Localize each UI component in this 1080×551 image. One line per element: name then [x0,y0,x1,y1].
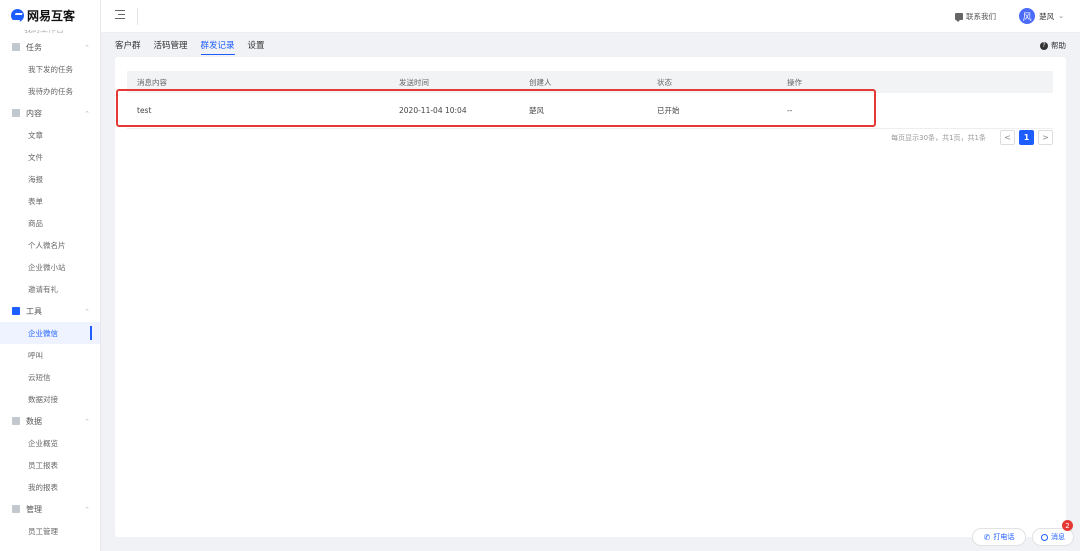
user-menu[interactable]: 风 楚风 ⌄ [1019,8,1064,24]
help-icon: ? [1040,41,1048,50]
tab-customer-groups[interactable]: 客户群 [115,39,141,55]
top-bar: 联系我们 风 楚风 ⌄ [101,0,1080,33]
highlight-box [116,89,876,127]
chat-icon [955,13,963,22]
avatar: 风 [1019,8,1036,24]
sidebar-item[interactable]: 企业微小站 [0,256,100,278]
main-panel: 消息内容 发送时间 创建人 状态 操作 test 2020-11-04 10:0… [115,57,1066,537]
chevron-down-icon: ⌄ [1058,12,1064,20]
logo[interactable]: 网易互客 [0,0,100,30]
menu-toggle-icon[interactable] [115,10,125,19]
sidebar: 网易互客 我的工作台 任务⌃我下发的任务我待办的任务内容⌃文章文件海报表单商品个… [0,0,101,551]
logo-icon [11,8,24,22]
sidebar-item[interactable]: 呼叫 [0,344,100,366]
chevron-up-icon: ⌃ [84,308,90,316]
sidebar-group-2[interactable]: 工具 ⌃ [0,300,100,322]
help-button[interactable]: ? 帮助 [1040,40,1066,51]
phone-icon: ✆ [983,532,991,542]
sidebar-item[interactable]: 云短信 [0,366,100,388]
sidebar-item[interactable]: 我待办的任务 [0,80,100,102]
sidebar-item[interactable]: 数据对接 [0,388,100,410]
sidebar-nav: 任务 ⌃ 我下发的任务 我待办的任务内容 ⌃ 文章 文件 海报 表单 商品 个人微名片 企业微小站 邀请… [0,36,100,542]
next-page-button[interactable]: > [1038,130,1053,145]
chevron-up-icon: ⌃ [84,506,90,514]
contact-us-button[interactable]: 联系我们 [955,11,996,22]
column-header-content: 消息内容 [137,77,167,87]
settings-icon [12,505,20,513]
pagination: 每页显示30条，共1页，共1条 < 1 > [891,130,1053,145]
tab-settings[interactable]: 设置 [248,39,265,55]
chevron-up-icon: ⌃ [84,44,90,52]
message-label: 消息 [1051,533,1065,541]
column-header-time: 发送时间 [399,77,429,87]
call-label: 打电话 [993,533,1015,541]
tab-mass-send-records[interactable]: 群发记录 [200,39,235,55]
column-header-status: 状态 [657,77,672,87]
logo-text: 网易互客 [27,8,76,23]
tabs-bar: 客户群 活码管理 群发记录 设置 ? 帮助 [101,33,1080,57]
column-header-creator: 创建人 [529,77,552,87]
call-button[interactable]: ✆ 打电话 [972,528,1026,546]
sidebar-item[interactable]: 海报 [0,168,100,190]
sidebar-group-1[interactable]: 内容 ⌃ [0,102,100,124]
message-icon [1041,533,1048,541]
tab-live-code[interactable]: 活码管理 [154,39,188,55]
sidebar-group-label: 数据 [26,416,42,426]
divider [137,8,138,25]
sidebar-group-0[interactable]: 任务 ⌃ [0,36,100,58]
sidebar-item[interactable]: 商品 [0,212,100,234]
chevron-up-icon: ⌃ [84,418,90,426]
sidebar-item[interactable]: 员工管理 [0,520,100,542]
sidebar-item[interactable]: 文件 [0,146,100,168]
page-1-button[interactable]: 1 [1019,130,1034,145]
chevron-up-icon: ⌃ [84,110,90,118]
sidebar-item[interactable]: 表单 [0,190,100,212]
sidebar-item[interactable]: 企业微信 [0,322,100,344]
prev-page-button[interactable]: < [1000,130,1015,145]
contact-us-label: 联系我们 [966,12,996,21]
sidebar-item[interactable]: 个人微名片 [0,234,100,256]
data-icon [12,417,20,425]
column-header-actions: 操作 [787,77,802,87]
help-label: 帮助 [1051,41,1066,50]
sidebar-item[interactable]: 我的报表 [0,476,100,498]
content-icon [12,109,20,117]
tools-icon [12,307,20,315]
sidebar-group-label: 工具 [26,306,42,316]
sidebar-item[interactable]: 我下发的任务 [0,58,100,80]
sidebar-item[interactable]: 文章 [0,124,100,146]
sidebar-item[interactable]: 邀请有礼 [0,278,100,300]
tabs: 客户群 活码管理 群发记录 设置 [115,39,265,55]
sidebar-group-label: 管理 [26,504,42,514]
sidebar-group-label: 内容 [26,108,42,118]
sidebar-item[interactable]: 企业概览 [0,432,100,454]
sidebar-item[interactable]: 员工报表 [0,454,100,476]
task-icon [12,43,20,51]
sidebar-group-label: 任务 [26,42,42,52]
sidebar-group-3[interactable]: 数据 ⌃ [0,410,100,432]
user-name: 楚风 [1039,11,1055,21]
sidebar-group-4[interactable]: 管理 ⌃ [0,498,100,520]
pagination-info: 每页显示30条，共1页，共1条 [891,133,986,142]
message-badge: 2 [1062,520,1073,531]
